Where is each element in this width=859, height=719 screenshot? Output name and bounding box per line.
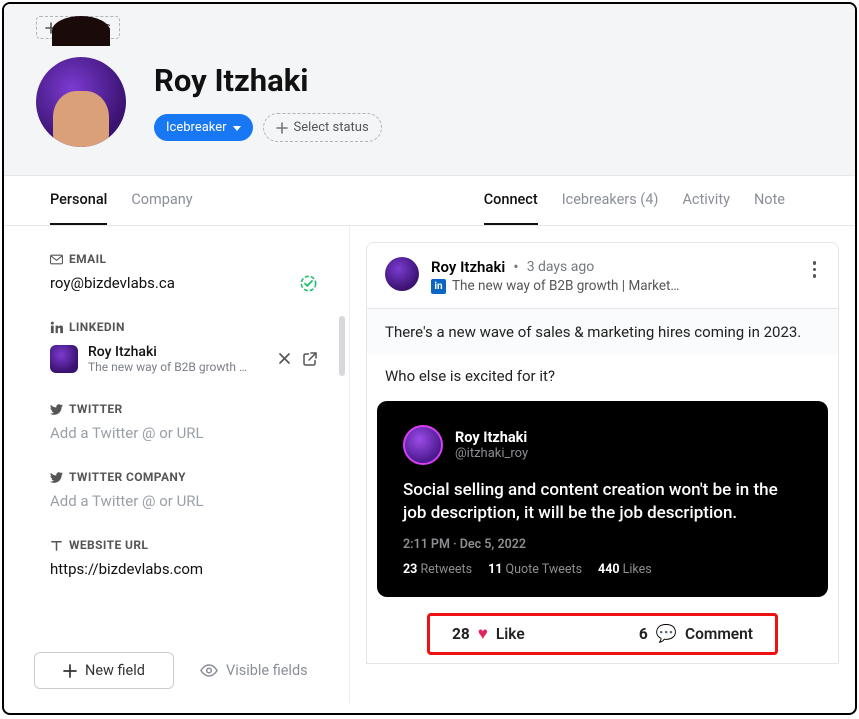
tab-connect[interactable]: Connect (484, 176, 538, 225)
post-text-line: There's a new wave of sales & marketing … (367, 309, 838, 355)
icebreaker-badge[interactable]: Icebreaker (154, 114, 253, 141)
tweet-body: Social selling and content creation won'… (403, 479, 802, 525)
external-link-icon[interactable] (303, 352, 317, 366)
tweet-avatar (403, 425, 443, 465)
tab-note[interactable]: Note (754, 176, 785, 225)
post-avatar (385, 257, 419, 291)
verified-icon (300, 275, 317, 292)
eye-icon (200, 664, 218, 677)
post-age: 3 days ago (527, 259, 595, 275)
website-label: WEBSITE URL (69, 538, 148, 552)
email-icon (50, 253, 63, 266)
tweet-timestamp: 2:11 PM · Dec 5, 2022 (403, 537, 802, 552)
website-value[interactable]: https://bizdevlabs.com (50, 560, 317, 578)
new-field-button[interactable]: New field (34, 652, 174, 689)
post-header: Roy Itzhaki • 3 days ago in The new way … (366, 242, 839, 309)
linkedin-tagline: The new way of B2B growth |… (88, 360, 248, 374)
post-author: Roy Itzhaki (431, 258, 505, 276)
profile-name: Roy Itzhaki (154, 62, 382, 99)
tab-icebreakers[interactable]: Icebreakers (4) (562, 176, 659, 225)
linkedin-name: Roy Itzhaki (88, 344, 268, 360)
tab-bar: Personal Company Connect Icebreakers (4)… (4, 175, 855, 226)
tweet-handle: @itzhaki_roy (455, 446, 528, 461)
profile-avatar (36, 57, 126, 147)
twitter-label: TWITTER (69, 402, 123, 416)
tab-personal[interactable]: Personal (50, 176, 107, 225)
tweet-author: Roy Itzhaki (455, 429, 528, 446)
like-button[interactable]: 28 ♥ Like (452, 624, 525, 644)
tab-company[interactable]: Company (131, 176, 192, 225)
linkedin-badge-icon: in (431, 279, 446, 294)
activity-pane: Roy Itzhaki • 3 days ago in The new way … (350, 226, 855, 703)
comment-button[interactable]: 6 💬 Comment (639, 624, 753, 644)
post-menu-button[interactable] (809, 257, 821, 282)
twitter-company-input[interactable]: Add a Twitter @ or URL (50, 492, 317, 510)
profile-header: Add tags Roy Itzhaki Icebreaker Select s… (4, 4, 855, 175)
comment-icon: 💬 (656, 624, 677, 644)
plus-icon (63, 664, 77, 678)
engagement-bar: 28 ♥ Like 6 💬 Comment (427, 613, 778, 655)
post-text-line: Who else is excited for it? (367, 355, 838, 401)
linkedin-avatar (50, 345, 78, 373)
linkedin-icon (50, 321, 63, 334)
chevron-down-icon (233, 120, 241, 135)
tweet-embed: Roy Itzhaki @itzhaki_roy Social selling … (377, 401, 828, 597)
twitter-icon (50, 403, 63, 416)
linkedin-label: LINKEDIN (69, 320, 125, 334)
scrollbar-thumb[interactable] (339, 316, 345, 376)
visible-fields-button[interactable]: Visible fields (200, 662, 308, 679)
tab-activity[interactable]: Activity (682, 176, 729, 225)
email-label: EMAIL (69, 252, 106, 266)
close-icon[interactable] (278, 352, 291, 365)
twitter-company-label: TWITTER COMPANY (69, 470, 186, 484)
email-value[interactable]: roy@bizdevlabs.ca (50, 274, 175, 292)
plus-icon (276, 122, 288, 134)
twitter-icon (50, 471, 63, 484)
heart-icon: ♥ (478, 624, 488, 644)
linkedin-card[interactable]: Roy Itzhaki The new way of B2B growth |… (50, 344, 317, 374)
select-status-button[interactable]: Select status (263, 113, 382, 142)
post-subtitle: The new way of B2B growth | Market… (452, 278, 679, 294)
text-icon (50, 539, 63, 552)
twitter-input[interactable]: Add a Twitter @ or URL (50, 424, 317, 442)
tweet-stats: 23 Retweets 11 Quote Tweets 440 Likes (403, 562, 802, 577)
details-sidebar: EMAIL roy@bizdevlabs.ca LINKEDIN (4, 226, 350, 703)
